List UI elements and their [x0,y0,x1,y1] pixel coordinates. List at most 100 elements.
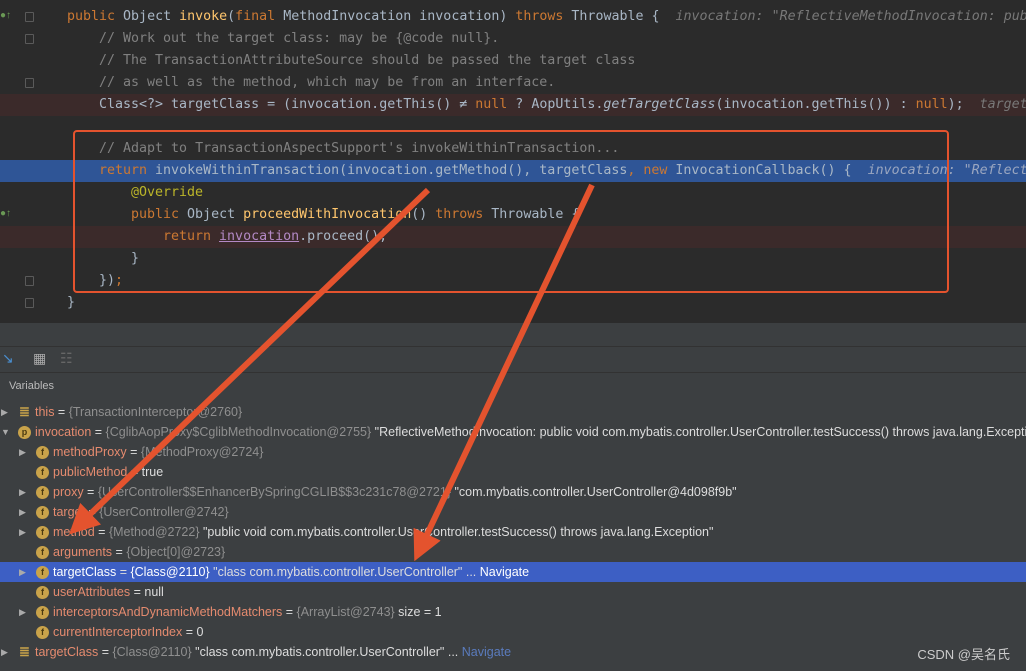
variable-reference: {Class@2110} [130,565,210,579]
code-token: public [67,9,124,24]
code-token: Class<?> targetClass = (invocation.getTh… [99,97,476,112]
field-icon: f [36,526,49,539]
expand-arrow-icon[interactable]: ▶ [1,402,8,422]
variables-label: Variables [9,380,55,392]
variable-reference: {TransactionInterceptor@2760} [68,405,243,419]
highlight-box-annotation [73,130,949,293]
variable-row[interactable]: ▶ f method = {Method@2722} "public void co… [0,522,1026,542]
navigate-link[interactable]: Navigate [476,565,529,579]
equals-sign: = [282,605,297,619]
variable-row[interactable]: ▶ f proxy = {UserController$$EnhancerBySpr… [0,482,1026,502]
equals-sign: = [130,585,145,599]
variable-row[interactable]: ▼ p invocation = {CglibAopProxy$CglibMetho… [0,422,1026,442]
expand-arrow-icon[interactable]: ▶ [1,642,8,662]
equals-sign: = [182,625,197,639]
expand-arrow-icon[interactable]: ▶ [19,562,26,582]
code-token: null [475,97,508,112]
variable-reference: {ArrayList@2743} [296,605,395,619]
equals-sign: = [94,525,109,539]
field-icon: f [36,466,49,479]
code-token: null [915,97,948,112]
variable-value: true [141,465,164,479]
code-token: } [67,295,76,310]
code-line: Class<?> targetClass = (invocation.getTh… [0,94,1026,116]
code-token: ( [227,9,236,24]
code-line: // The TransactionAttributeSource should… [0,50,1026,72]
variable-row[interactable]: f userAttributes = null [0,582,1026,602]
variable-row[interactable]: ▶ f methodProxy = {MethodProxy@2724} [0,442,1026,462]
variable-text: targetClass = {Class@2110} "class com.my… [53,562,529,582]
variable-row[interactable]: f currentInterceptorIndex = 0 [0,622,1026,642]
variable-text: userAttributes = null [53,582,164,602]
variable-value: 0 [196,625,204,639]
variable-value: "public void com.mybatis.controller.User… [199,525,714,539]
inline-debug-value: targetClass: "class com.mybatis.controll… [979,97,1026,112]
expand-arrow-icon[interactable]: ▶ [19,602,26,622]
debug-toolbar: ↘ ▦ ☷ [0,346,1026,373]
variable-row[interactable]: f arguments = {Object[0]@2723} [0,542,1026,562]
variable-row[interactable]: ▶ f targetClass = {Class@2110} "class com.… [0,562,1026,582]
field-icon: f [36,586,49,599]
variable-row[interactable]: ▶ ≣ this = {TransactionInterceptor@2760} [0,402,1026,422]
table-view-icon[interactable]: ▦ [33,350,46,367]
equals-sign: = [54,405,69,419]
code-token: MethodInvocation invocation) [283,9,516,24]
code-token: throws [515,9,572,24]
code-text: // as well as the method, which may be f… [99,72,555,94]
navigate-link[interactable]: Navigate [458,645,511,659]
variable-reference: {Object[0]@2723} [126,545,226,559]
variable-name: currentInterceptorIndex [53,625,183,639]
field-icon: f [36,546,49,559]
variable-value: "com.mybatis.controller.UserController@4… [451,485,737,499]
expand-arrow-icon[interactable]: ▶ [19,502,26,522]
variable-text: proxy = {UserController$$EnhancerBySprin… [53,482,737,502]
layout-icon[interactable]: ☷ [60,350,73,367]
equals-sign: = [98,645,113,659]
field-icon: f [36,626,49,639]
code-line: // as well as the method, which may be f… [0,72,1026,94]
variable-text: targetClass = {Class@2110} "class com.my… [35,642,511,662]
variable-name: proxy [53,485,84,499]
variable-list-icon: ≣ [19,404,30,419]
panel-splitter[interactable] [0,322,1026,346]
expand-arrow-icon[interactable]: ▶ [19,522,26,542]
watermark: CSDN @吴名氏 [917,647,1010,662]
expand-arrow-icon[interactable]: ▶ [19,442,26,462]
variable-text: currentInterceptorIndex = 0 [53,622,203,642]
code-text: Class<?> targetClass = (invocation.getTh… [99,94,1026,116]
variable-name: arguments [53,545,113,559]
code-token: Object [123,9,180,24]
variable-row[interactable]: ▶ ≣ targetClass = {Class@2110} "class com.… [0,642,1026,662]
code-token: ); [947,97,980,112]
code-text: // Work out the target class: may be {@c… [99,28,499,50]
code-editor[interactable]: ●↑ ●↑ public Object invoke(final MethodIn… [0,0,1026,322]
code-token: Throwable { [571,9,676,24]
expand-arrow-icon[interactable]: ▶ [19,482,26,502]
code-token: ? AopUtils. [507,97,604,112]
step-into-icon[interactable]: ↘ [2,350,14,367]
code-text: public Object invoke(final MethodInvocat… [67,6,1026,28]
variable-row[interactable]: f publicMethod = true [0,462,1026,482]
code-token: invoke [179,9,228,24]
variable-row[interactable]: ▶ f interceptorsAndDynamicMethodMatchers =… [0,602,1026,622]
field-icon: f [36,506,49,519]
variable-text: invocation = {CglibAopProxy$CglibMethodI… [35,422,1026,442]
equals-sign: = [83,485,98,499]
variable-name: targetClass [53,565,117,579]
variable-name: this [35,405,55,419]
variable-text: arguments = {Object[0]@2723} [53,542,225,562]
variable-name: targetClass [35,645,99,659]
variable-name: methodProxy [53,445,127,459]
variable-reference: {Class@2110} [112,645,192,659]
field-icon: f [36,606,49,619]
variables-tree[interactable]: ▶ ≣ this = {TransactionInterceptor@2760} ▼ p… [0,402,1026,662]
variable-reference: {CglibAopProxy$CglibMethodInvocation@275… [105,425,372,439]
field-icon: f [36,446,49,459]
variable-value: "class com.mybatis.controller.UserContro… [209,565,477,579]
code-line: public Object invoke(final MethodInvocat… [0,6,1026,28]
variable-row[interactable]: ▶ f target = {UserController@2742} [0,502,1026,522]
variable-reference: {Method@2722} [108,525,200,539]
equals-sign: = [126,445,141,459]
code-line: } [0,292,1026,314]
collapse-arrow-icon[interactable]: ▼ [1,422,10,442]
